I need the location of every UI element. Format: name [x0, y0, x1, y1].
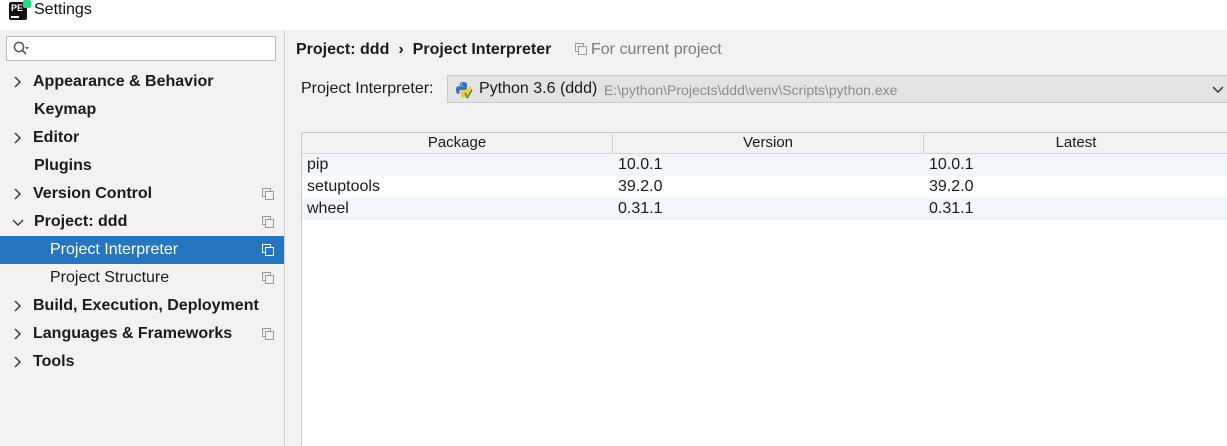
sidebar-item-appearance-behavior[interactable]: Appearance & Behavior [0, 68, 284, 96]
package-name: pip [307, 156, 329, 173]
project-scope-icon [262, 244, 274, 256]
chevron-right-icon[interactable] [10, 124, 26, 152]
column-header-latest[interactable]: Latest [924, 133, 1227, 153]
table-header: Package Version Latest [302, 133, 1227, 154]
search-icon[interactable] [12, 40, 30, 58]
breadcrumb-current: Project Interpreter [412, 41, 552, 58]
package-name: wheel [307, 200, 349, 217]
python-icon [456, 82, 473, 99]
sidebar-item-label: Version Control [33, 185, 153, 202]
sidebar-item-keymap[interactable]: Keymap [0, 96, 284, 124]
table-row[interactable]: pip 10.0.1 10.0.1 [302, 154, 1227, 176]
sidebar-item-version-control[interactable]: Version Control [0, 180, 284, 208]
package-latest: 39.2.0 [929, 178, 974, 195]
chevron-right-icon[interactable] [10, 68, 26, 96]
pycharm-logo-icon: PE [9, 0, 31, 20]
sidebar-item-build-execution-deployment[interactable]: Build, Execution, Deployment [0, 292, 284, 320]
sidebar-item-languages-frameworks[interactable]: Languages & Frameworks [0, 320, 284, 348]
project-scope-icon [262, 328, 274, 340]
interpreter-label: Project Interpreter: [301, 80, 434, 97]
chevron-right-icon[interactable] [10, 180, 26, 208]
scope-label: For current project [591, 41, 722, 58]
title-bar: PE Settings [0, 0, 1227, 30]
sidebar-item-label: Appearance & Behavior [33, 73, 214, 90]
sidebar-item-label: Tools [33, 353, 75, 370]
breadcrumb-separator: › [398, 41, 404, 58]
package-version: 10.0.1 [618, 156, 663, 173]
chevron-down-icon[interactable] [10, 208, 26, 236]
project-scope-icon [262, 216, 274, 228]
sidebar-item-tools[interactable]: Tools [0, 348, 284, 376]
table-row[interactable]: setuptools 39.2.0 39.2.0 [302, 176, 1227, 198]
settings-tree: Appearance & Behavior Keymap Editor Plug… [0, 68, 284, 376]
project-scope-icon [262, 188, 274, 200]
sidebar-item-label: Project: ddd [34, 213, 128, 230]
sidebar-item-label: Project Structure [50, 269, 170, 286]
chevron-right-icon[interactable] [10, 320, 26, 348]
sidebar-item-editor[interactable]: Editor [0, 124, 284, 152]
breadcrumb-parent: Project: ddd [296, 41, 390, 58]
settings-search[interactable] [6, 36, 276, 61]
sidebar-item-label: Languages & Frameworks [33, 325, 233, 342]
package-table[interactable]: Package Version Latest pip 10.0.1 10.0.1… [301, 132, 1227, 446]
project-scope-icon [575, 43, 587, 55]
package-version: 0.31.1 [618, 200, 663, 217]
interpreter-name: Python 3.6 (ddd) [479, 80, 598, 97]
scope-note: For current project [575, 39, 722, 61]
interpreter-path: E:\python\Projects\ddd\venv\Scripts\pyth… [604, 82, 898, 98]
interpreter-select[interactable]: Python 3.6 (ddd) E:\python\Projects\ddd\… [447, 75, 1227, 103]
sidebar-item-project-structure[interactable]: Project Structure [0, 264, 284, 292]
table-row[interactable]: wheel 0.31.1 0.31.1 [302, 198, 1227, 220]
column-header-package[interactable]: Package [302, 133, 613, 153]
sidebar-item-label: Editor [33, 129, 80, 146]
sidebar-item-project-interpreter[interactable]: Project Interpreter [0, 236, 284, 264]
sidebar-item-label: Plugins [34, 157, 92, 174]
chevron-right-icon[interactable] [10, 292, 26, 320]
project-scope-icon [262, 272, 274, 284]
settings-main-panel: Project: ddd › Project Interpreter For cur… [285, 30, 1227, 446]
package-name: setuptools [307, 178, 380, 195]
sidebar-item-project-ddd[interactable]: Project: ddd [0, 208, 284, 236]
settings-sidebar: Appearance & Behavior Keymap Editor Plug… [0, 30, 284, 446]
breadcrumb: Project: ddd › Project Interpreter [296, 39, 551, 61]
sidebar-item-plugins[interactable]: Plugins [0, 152, 284, 180]
package-latest: 0.31.1 [929, 200, 974, 217]
column-header-version[interactable]: Version [613, 133, 924, 153]
chevron-down-icon[interactable] [1211, 83, 1225, 97]
package-version: 39.2.0 [618, 178, 663, 195]
search-input[interactable] [41, 39, 275, 60]
package-latest: 10.0.1 [929, 156, 974, 173]
sidebar-item-label: Build, Execution, Deployment [33, 297, 259, 314]
sidebar-item-label: Keymap [34, 101, 97, 118]
window-title: Settings [34, 1, 92, 18]
sidebar-item-label: Project Interpreter [50, 241, 179, 258]
chevron-right-icon[interactable] [10, 348, 26, 376]
